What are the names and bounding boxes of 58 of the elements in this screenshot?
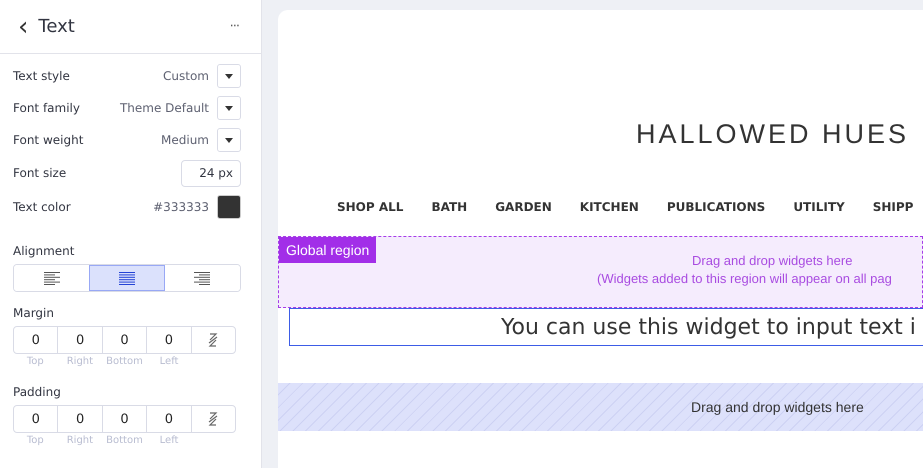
field-caption: Right [66, 435, 94, 446]
more-button[interactable]: ··· [230, 19, 239, 34]
field-caption: Left [158, 435, 180, 446]
caret-icon [225, 74, 233, 78]
spacing-input[interactable]: 0 [14, 327, 58, 353]
nav-link[interactable]: KITCHEN [580, 200, 639, 236]
field-caption: Top [26, 356, 45, 367]
nav-link[interactable]: SHOP ALL [337, 200, 404, 236]
color-swatch[interactable] [217, 195, 241, 219]
dropdown-button[interactable] [217, 96, 241, 120]
nav-link[interactable]: PUBLICATIONS [666, 200, 766, 236]
align-center-icon [118, 272, 135, 284]
drop-hint: Drag and drop widgets here [691, 399, 864, 415]
spacing-input[interactable]: 0 [14, 406, 58, 432]
unlink-icon [207, 412, 220, 426]
dropdown-button[interactable] [217, 128, 241, 152]
drop-hint: Drag and drop widgets here [692, 253, 852, 268]
caret-icon [225, 138, 233, 142]
align-left-icon [44, 272, 60, 284]
field-caption: Bottom [105, 435, 144, 446]
property-label: Font weight [13, 133, 84, 147]
section-label: Margin [13, 306, 55, 320]
store-title: HALLOWED HUES [636, 119, 910, 149]
spacing-input[interactable]: 0 [102, 327, 148, 353]
text-widget[interactable]: You can use this widget to input text i [289, 308, 923, 346]
property-label: Text color [13, 200, 72, 214]
field-caption: Top [26, 435, 45, 446]
spacing-input[interactable]: 0 [102, 406, 148, 432]
nav-link[interactable]: UTILITY [793, 200, 845, 236]
back-button[interactable]: ‹ [18, 14, 28, 40]
nav-link[interactable]: SHIPP [872, 200, 914, 236]
panel-title: Text [38, 16, 76, 37]
nav-link[interactable]: BATH [431, 200, 468, 236]
dropdown-value: Theme Default [120, 101, 209, 115]
dropdown-value: Custom [163, 69, 209, 83]
spacing-input[interactable]: 0 [147, 406, 192, 432]
property-label: Font size [13, 166, 68, 180]
font-size-field[interactable]: 24 px [181, 160, 241, 186]
unlink-icon [207, 333, 220, 347]
field-caption: Right [66, 356, 94, 367]
field-caption: Bottom [105, 356, 144, 367]
spacing-input[interactable]: 0 [58, 327, 103, 353]
dropdown-button[interactable] [217, 64, 241, 88]
section-label: Padding [13, 385, 62, 399]
spacing-input[interactable]: 0 [58, 406, 103, 432]
section-label: Alignment [13, 244, 76, 258]
align-right-icon [194, 272, 210, 284]
nav-link[interactable]: GARDEN [495, 200, 552, 236]
property-label: Text style [13, 69, 71, 83]
field-caption: Left [158, 356, 180, 367]
spacing-input[interactable]: 0 [147, 327, 192, 353]
caret-icon [225, 106, 233, 110]
dropdown-value: Medium [161, 133, 209, 147]
alignment-option[interactable] [89, 265, 165, 291]
color-value: #333333 [153, 200, 209, 214]
region-label: Global region [279, 237, 376, 263]
property-label: Font family [13, 101, 81, 115]
region-note: (Widgets added to this region will appear on all pag [597, 271, 892, 286]
